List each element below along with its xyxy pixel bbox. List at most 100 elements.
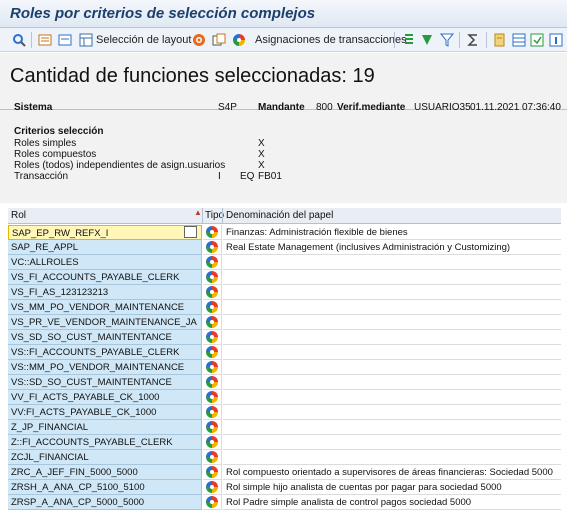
cell-denominacion (223, 345, 561, 360)
table-row[interactable]: VC::ALLROLES (8, 255, 561, 270)
sort-ascending-button[interactable] (402, 32, 416, 48)
cell-rol[interactable]: VS_PR_VE_VENDOR_MAINTENANCE_JA (8, 315, 202, 330)
cell-rol[interactable]: SAP_EP_RW_REFX_I (8, 225, 202, 240)
copy-icon (212, 33, 226, 47)
table-row[interactable]: ZRC_A_JEF_FIN_5000_5000 Rol compuesto ori… (8, 465, 561, 480)
transaction-value: FB01 (258, 171, 282, 182)
sort-descending-button[interactable] (420, 32, 434, 48)
role-type-icon (206, 466, 218, 478)
cell-denominacion: Real Estate Management (inclusives Admin… (223, 240, 561, 255)
mandante-value: 800 (316, 102, 333, 113)
table-row[interactable]: VS::MM_PO_VENDOR_MAINTENANCE (8, 360, 561, 375)
cell-tipo (203, 405, 222, 420)
save-button[interactable] (530, 32, 544, 48)
cell-tipo (203, 480, 222, 495)
table-row[interactable]: Z::FI_ACCOUNTS_PAYABLE_CLERK (8, 435, 561, 450)
export-button[interactable] (492, 32, 506, 48)
cell-rol[interactable]: VS_SD_SO_CUST_MAINTENTANCE (8, 330, 202, 345)
cell-tipo (203, 345, 222, 360)
table-row[interactable]: VS::SD_SO_CUST_MAINTENTANCE (8, 375, 561, 390)
role-type-icon (206, 256, 218, 268)
refresh-button[interactable] (12, 32, 26, 48)
cell-rol[interactable]: Z_JP_FINANCIAL (8, 420, 202, 435)
filter-button[interactable] (439, 32, 455, 48)
column-header-denominacion[interactable]: Denominación del papel (226, 210, 333, 221)
cell-denominacion (223, 375, 561, 390)
spreadsheet-icon (512, 33, 526, 47)
layout-icon (79, 33, 93, 47)
table-row[interactable]: VS_SD_SO_CUST_MAINTENTANCE (8, 330, 561, 345)
verif-date: 01.11.2021 (470, 102, 520, 113)
sum-icon (466, 33, 480, 47)
table-row[interactable]: VS_FI_AS_123123213 (8, 285, 561, 300)
copy-role-button[interactable] (212, 32, 226, 48)
table-row[interactable]: VS::FI_ACCOUNTS_PAYABLE_CLERK (8, 345, 561, 360)
info-button[interactable] (549, 32, 563, 48)
cell-denominacion (223, 255, 561, 270)
cell-rol[interactable]: ZRSP_A_ANA_CP_5000_5000 (8, 495, 202, 510)
cell-tipo (203, 435, 222, 450)
cell-rol[interactable]: VS::SD_SO_CUST_MAINTENTANCE (8, 375, 202, 390)
transaction-assignments-button[interactable]: Asignaciones de transacciones (252, 32, 407, 48)
table-row[interactable]: VS_MM_PO_VENDOR_MAINTENANCE (8, 300, 561, 315)
role-type-icon (206, 301, 218, 313)
criteria-label: Roles simples (14, 138, 77, 149)
cell-rol[interactable]: VV:FI_ACTS_PAYABLE_CK_1000 (8, 405, 202, 420)
cell-tipo (203, 450, 222, 465)
cell-rol[interactable]: VS_MM_PO_VENDOR_MAINTENANCE (8, 300, 202, 315)
select-all-button[interactable] (38, 32, 52, 48)
view-button[interactable] (512, 32, 526, 48)
table-row[interactable]: SAP_EP_RW_REFX_I Finanzas: Administración… (8, 225, 561, 240)
sistema-value: S4P (218, 102, 237, 113)
role-type-icon (206, 271, 218, 283)
transaction-op: EQ (240, 171, 255, 182)
cell-denominacion (223, 420, 561, 435)
sum-button[interactable] (466, 32, 480, 48)
table-row[interactable]: VS_FI_ACCOUNTS_PAYABLE_CLERK (8, 270, 561, 285)
cell-rol[interactable]: ZCJL_FINANCIAL (8, 450, 202, 465)
cell-tipo (203, 255, 222, 270)
cell-tipo (203, 225, 222, 240)
application-toolbar: Selección de layout Asignaciones de tran… (0, 28, 567, 52)
assignments-button[interactable] (232, 32, 246, 48)
cell-denominacion (223, 330, 561, 345)
cell-rol[interactable]: Z::FI_ACCOUNTS_PAYABLE_CLERK (8, 435, 202, 450)
cell-rol[interactable]: VS_FI_ACCOUNTS_PAYABLE_CLERK (8, 270, 202, 285)
save-icon (530, 33, 544, 47)
roles-grid: Rol ▲ Tipo Denominación del papel SAP_EP… (8, 208, 561, 514)
cell-rol[interactable]: ZRC_A_JEF_FIN_5000_5000 (8, 465, 202, 480)
cell-tipo (203, 300, 222, 315)
cell-denominacion (223, 405, 561, 420)
cell-rol[interactable]: VS::FI_ACCOUNTS_PAYABLE_CLERK (8, 345, 202, 360)
cell-rol[interactable]: VS_FI_AS_123123213 (8, 285, 202, 300)
table-row[interactable]: VV:FI_ACTS_PAYABLE_CK_1000 (8, 405, 561, 420)
title-bar: Roles por criterios de selección complej… (0, 0, 567, 28)
table-row[interactable]: ZRSH_A_ANA_CP_5100_5100 Rol simple hijo a… (8, 480, 561, 495)
cell-rol[interactable]: VS::MM_PO_VENDOR_MAINTENANCE (8, 360, 202, 375)
cell-denominacion (223, 450, 561, 465)
transaction-incl: I (218, 171, 221, 182)
table-row[interactable]: VV_FI_ACTS_PAYABLE_CK_1000 (8, 390, 561, 405)
table-row[interactable]: VS_PR_VE_VENDOR_MAINTENANCE_JA (8, 315, 561, 330)
cell-rol[interactable]: VC::ALLROLES (8, 255, 202, 270)
list-header: Cantidad de funciones seleccionadas: 19 … (0, 53, 567, 203)
select-all-icon (38, 33, 52, 47)
column-header-rol[interactable]: Rol (11, 210, 26, 221)
table-row[interactable]: ZRSP_A_ANA_CP_5000_5000 Rol Padre simple … (8, 495, 561, 510)
cell-rol[interactable]: ZRSH_A_ANA_CP_5100_5100 (8, 480, 202, 495)
table-row[interactable]: SAP_RE_APPL Real Estate Management (inclu… (8, 240, 561, 255)
cell-rol[interactable]: VV_FI_ACTS_PAYABLE_CK_1000 (8, 390, 202, 405)
where-used-button[interactable] (192, 32, 206, 48)
target-icon (192, 33, 206, 47)
deselect-icon (58, 33, 72, 47)
cell-rol[interactable]: SAP_RE_APPL (8, 240, 202, 255)
criteria-heading: Criterios selección (14, 126, 104, 137)
cell-denominacion: Rol Padre simple analista de control pag… (223, 495, 561, 510)
grid-header: Rol ▲ Tipo Denominación del papel (8, 208, 561, 224)
deselect-button[interactable] (58, 32, 72, 48)
value-help-button[interactable] (184, 226, 197, 238)
table-row[interactable]: Z_JP_FINANCIAL (8, 420, 561, 435)
info-icon (549, 33, 563, 47)
layout-selection-button[interactable]: Selección de layout (79, 32, 191, 48)
table-row[interactable]: ZCJL_FINANCIAL (8, 450, 561, 465)
